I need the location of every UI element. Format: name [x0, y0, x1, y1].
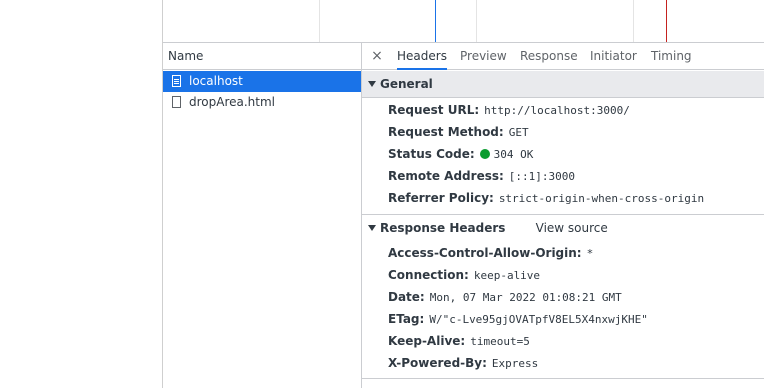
tab-timing[interactable]: Timing — [651, 43, 692, 69]
header-key: Keep-Alive: — [388, 334, 466, 348]
general-row-request-url: Request URL: http://localhost:3000/ — [388, 99, 630, 121]
expand-triangle-icon — [368, 81, 376, 87]
header-value: * — [586, 247, 594, 260]
general-row-remote-address: Remote Address: [::1]:3000 — [388, 165, 575, 187]
request-row-droparea[interactable]: dropArea.html — [163, 92, 361, 113]
response-row-connection: Connection: keep-alive — [388, 264, 540, 286]
tab-headers[interactable]: Headers — [397, 43, 447, 70]
tab-preview[interactable]: Preview — [460, 43, 507, 69]
header-key: Request URL: — [388, 103, 480, 117]
general-section-header[interactable]: General — [362, 71, 764, 98]
domcontentloaded-marker — [435, 0, 436, 42]
response-row-keep-alive: Keep-Alive: timeout=5 — [388, 330, 530, 352]
status-ok-icon — [479, 149, 490, 159]
header-value: [::1]:3000 — [508, 170, 576, 183]
load-marker — [666, 0, 667, 42]
header-key: Status Code: — [388, 147, 475, 161]
header-value: W/"c-Lve95gjOVATpfV8EL5X4nxwjKHE" — [429, 313, 648, 326]
left-blank-pane — [0, 0, 163, 388]
general-section-title: General — [380, 77, 433, 91]
close-icon[interactable]: × — [370, 43, 384, 69]
header-value: GET — [508, 126, 529, 139]
expand-triangle-icon — [368, 225, 376, 231]
general-row-request-method: Request Method: GET — [388, 121, 529, 143]
timeline-gridline — [319, 0, 320, 42]
header-value: http://localhost:3000/ — [484, 104, 630, 117]
general-row-referrer-policy: Referrer Policy: strict-origin-when-cross… — [388, 187, 704, 209]
header-key: Connection: — [388, 268, 469, 282]
header-key: X-Powered-By: — [388, 356, 487, 370]
tab-initiator[interactable]: Initiator — [590, 43, 637, 69]
document-icon — [172, 75, 181, 87]
view-source-link[interactable]: View source — [536, 221, 608, 235]
request-headers-section-header[interactable] — [362, 378, 764, 388]
timeline-gridline — [476, 0, 477, 42]
header-value: keep-alive — [473, 269, 541, 282]
header-key: Request Method: — [388, 125, 504, 139]
general-row-status-code: Status Code: 304 OK — [388, 143, 533, 165]
file-icon — [172, 96, 181, 108]
request-name: localhost — [189, 74, 243, 88]
header-value: Mon, 07 Mar 2022 01:08:21 GMT — [429, 291, 622, 304]
response-row-access-control: Access-Control-Allow-Origin: * — [388, 242, 593, 264]
details-tabbar: × Headers Preview Response Initiator Tim… — [362, 43, 764, 70]
tab-response[interactable]: Response — [520, 43, 578, 69]
header-value: strict-origin-when-cross-origin — [498, 192, 705, 205]
header-key: Date: — [388, 290, 425, 304]
header-key: ETag: — [388, 312, 425, 326]
header-value: Express — [491, 357, 539, 370]
name-column-header[interactable]: Name — [163, 43, 361, 70]
timeline-gridline — [633, 0, 634, 42]
request-row-localhost[interactable]: localhost — [163, 71, 361, 92]
header-key: Remote Address: — [388, 169, 504, 183]
header-key: Access-Control-Allow-Origin: — [388, 246, 582, 260]
response-row-x-powered-by: X-Powered-By: Express — [388, 352, 538, 374]
request-list: localhost dropArea.html — [163, 70, 361, 388]
header-value: timeout=5 — [470, 335, 530, 348]
response-headers-section-header[interactable]: Response Headers View source — [362, 214, 764, 241]
response-row-date: Date: Mon, 07 Mar 2022 01:08:21 GMT — [388, 286, 622, 308]
request-name: dropArea.html — [189, 95, 276, 109]
header-key: Referrer Policy: — [388, 191, 494, 205]
response-headers-title: Response Headers — [380, 221, 506, 235]
response-row-etag: ETag: W/"c-Lve95gjOVATpfV8EL5X4nxwjKHE" — [388, 308, 648, 330]
header-value: 304 OK — [493, 148, 534, 161]
network-overview-timeline[interactable] — [163, 0, 764, 43]
